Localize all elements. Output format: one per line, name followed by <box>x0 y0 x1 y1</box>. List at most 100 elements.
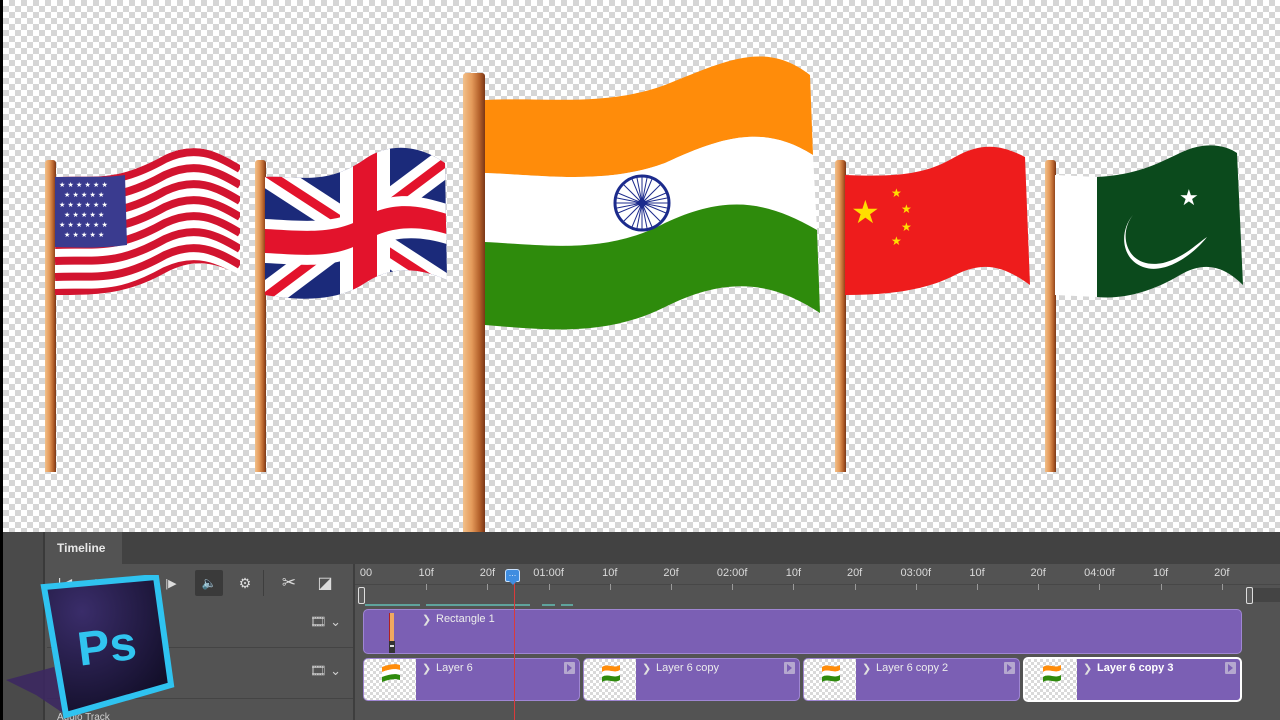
ruler-tick <box>671 584 672 590</box>
ruler-tick-label: 20f <box>479 567 496 579</box>
ruler-tick <box>732 584 734 590</box>
clip-thumbnail <box>1025 659 1077 700</box>
india-flag-thumbnail-icon <box>382 664 400 682</box>
ruler-baseline <box>355 584 1280 585</box>
mute-audio-button[interactable]: 🔈 <box>195 570 223 596</box>
expand-chevron-icon[interactable]: ❯ <box>422 613 431 626</box>
clip-options-arrow-icon[interactable] <box>564 662 575 674</box>
ruler-tick-label: 01:00f <box>533 567 564 579</box>
transition-button[interactable]: ◪ <box>311 570 339 596</box>
svg-text:★: ★ <box>901 220 912 234</box>
work-area-end-handle[interactable] <box>1246 587 1253 604</box>
cache-bar <box>365 604 420 606</box>
clip-label: Layer 6 copy 2 <box>876 662 949 674</box>
work-area-start-handle[interactable] <box>358 587 365 604</box>
china-flag-graphic: ★ ★ ★ ★ ★ <box>845 146 1030 295</box>
india-flag-thumbnail-icon <box>822 665 840 682</box>
speaker-icon: 🔈 <box>201 576 217 590</box>
clip-rectangle-1[interactable]: ❯ Rectangle 1 <box>363 609 1242 654</box>
svg-text:★: ★ <box>1179 186 1199 211</box>
clip-layer-6-copy-3[interactable]: ❯ Layer 6 copy 3 <box>1023 657 1242 702</box>
document-canvas[interactable]: ★ ★ ★ ★ ★ ★ ★ ★ ★ ★ ★ ★ ★ ★ ★ ★ ★ ★ ★ ★ … <box>3 0 1280 533</box>
gear-icon: ⚙ <box>238 574 252 591</box>
svg-text:★ ★ ★ ★ ★: ★ ★ ★ ★ ★ <box>64 231 104 239</box>
toolbar-divider <box>263 570 264 596</box>
ruler-tick-label: 03:00f <box>900 567 932 579</box>
ruler-tick-label: 10f <box>785 567 802 579</box>
svg-text:★: ★ <box>891 186 902 200</box>
uk-flag-graphic <box>265 147 447 299</box>
svg-text:★ ★ ★ ★ ★ ★: ★ ★ ★ ★ ★ ★ <box>59 181 108 189</box>
india-flag-thumbnail-icon <box>602 665 620 682</box>
clip-layer-6-copy[interactable]: ❯ Layer 6 copy <box>583 658 800 701</box>
ruler-tick-label: 10f <box>602 567 618 579</box>
photoshop-logo: Ps <box>6 575 175 719</box>
ashoka-chakra-icon <box>613 174 671 232</box>
ruler-tick <box>1099 584 1101 590</box>
panel-tab-bar: Timeline <box>47 532 1280 564</box>
ruler-tick <box>793 584 795 590</box>
usa-flag-graphic: ★ ★ ★ ★ ★ ★ ★ ★ ★ ★ ★ ★ ★ ★ ★ ★ ★ ★ ★ ★ … <box>55 148 240 296</box>
ruler-tick-label: 04:00f <box>1084 567 1115 579</box>
clip-thumbnail <box>804 659 856 700</box>
clip-options-arrow-icon[interactable] <box>784 662 795 674</box>
ruler-tick-label: 00 <box>359 567 373 579</box>
work-area-outside <box>1253 588 1280 602</box>
ps-logo-text: Ps <box>75 617 140 677</box>
clip-options-arrow-icon[interactable] <box>1225 662 1236 674</box>
ruler-tick-label: 20f <box>1030 567 1046 579</box>
svg-text:★ ★ ★ ★ ★ ★: ★ ★ ★ ★ ★ ★ <box>59 201 108 209</box>
ruler-tick <box>977 584 978 590</box>
split-at-playhead-button[interactable]: ✂ <box>275 570 303 596</box>
clip-label: Layer 6 <box>436 662 473 674</box>
chevron-down-icon: ⌄ <box>330 663 341 678</box>
svg-text:★ ★ ★ ★ ★ ★: ★ ★ ★ ★ ★ ★ <box>59 221 108 229</box>
ruler-tick <box>1221 584 1223 590</box>
playhead-line <box>514 583 515 720</box>
chevron-down-icon: ⌄ <box>330 614 341 629</box>
svg-text:★: ★ <box>851 193 880 231</box>
tab-timeline[interactable]: Timeline <box>47 532 122 564</box>
scissors-icon: ✂ <box>281 573 297 592</box>
rectangle-thumbnail <box>389 613 395 653</box>
clip-thumbnail <box>364 659 416 700</box>
ruler-tick <box>854 584 856 590</box>
ruler-tick-label: 02:00f <box>716 567 748 579</box>
playback-settings-button[interactable]: ⚙ <box>231 570 259 596</box>
svg-text:★: ★ <box>901 202 912 216</box>
ruler-tick-label: 10f <box>1152 567 1169 579</box>
clip-label: Rectangle 1 <box>436 613 495 625</box>
clip-layer-6-copy-2[interactable]: ❯ Layer 6 copy 2 <box>803 658 1020 701</box>
clip-label: Layer 6 copy <box>656 662 719 674</box>
expand-chevron-icon[interactable]: ❯ <box>862 662 871 675</box>
svg-text:★ ★ ★ ★ ★: ★ ★ ★ ★ ★ <box>64 191 104 199</box>
ruler-tick <box>487 584 489 590</box>
transition-icon: ◪ <box>317 575 333 592</box>
ruler-tick-label: 20f <box>846 567 863 579</box>
ruler-tick-label: 10f <box>969 567 985 579</box>
time-ruler[interactable]: 00 10f 20f 01:00f 10f 20f 02:00f 10f 20f 03:00f 10… <box>355 564 1280 608</box>
expand-chevron-icon[interactable]: ❯ <box>422 662 431 675</box>
clip-label: Layer 6 copy 3 <box>1097 662 1174 674</box>
clip-layer-6[interactable]: ❯ Layer 6 <box>363 658 580 701</box>
expand-chevron-icon[interactable]: ❯ <box>1083 662 1092 675</box>
cache-bar <box>561 604 573 606</box>
film-strip-icon[interactable]: 🎞 ⌄ <box>310 663 341 679</box>
playhead-handle[interactable]: … <box>505 569 520 585</box>
svg-text:★ ★ ★ ★ ★: ★ ★ ★ ★ ★ <box>64 211 104 219</box>
ruler-tick <box>1038 584 1040 590</box>
expand-chevron-icon[interactable]: ❯ <box>642 662 651 675</box>
ruler-tick <box>548 584 550 590</box>
film-strip-icon[interactable]: 🎞 ⌄ <box>310 614 341 630</box>
flagpole <box>463 73 485 533</box>
ruler-tick-label: 20f <box>663 567 679 579</box>
ruler-tick <box>915 584 917 590</box>
ruler-tick-label: 20f <box>1214 567 1230 579</box>
ruler-tick-label: 10f <box>418 567 434 579</box>
india-flag-graphic <box>485 56 820 330</box>
ruler-tick <box>609 584 611 590</box>
clip-options-arrow-icon[interactable] <box>1004 662 1015 674</box>
pakistan-flag-graphic: ★ <box>1055 145 1243 298</box>
india-flag-thumbnail-icon <box>1043 665 1061 682</box>
svg-text:★: ★ <box>891 234 902 248</box>
